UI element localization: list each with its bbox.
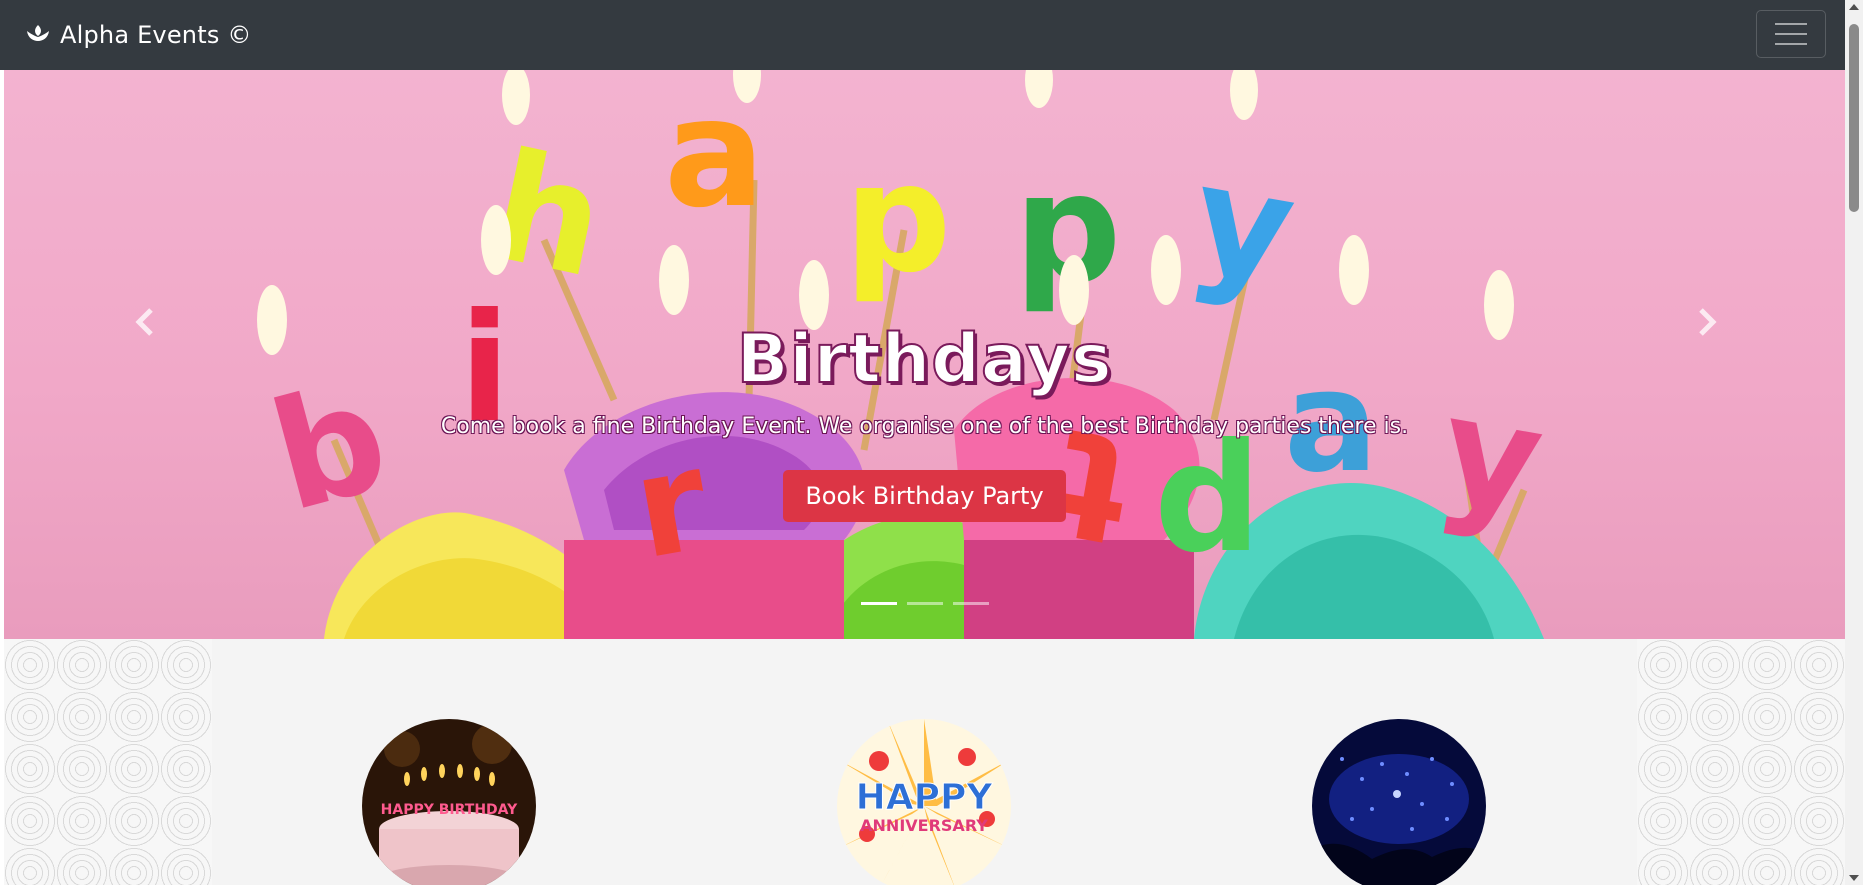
anniversary-event-thumbnail[interactable]: HAPPY ANNIVERSARY <box>837 719 1011 885</box>
birthday-event-thumbnail[interactable]: HAPPY BIRTHDAY <box>362 719 536 885</box>
svg-text:p: p <box>844 132 951 306</box>
svg-text:y: y <box>1180 131 1307 319</box>
slide-cta-wrapper: Book Birthday Party <box>4 470 1845 522</box>
brand-link[interactable]: Alpha Events © <box>24 21 252 49</box>
party-lights-image <box>1312 719 1486 885</box>
events-section: HAPPY BIRTHDAY HAPPY ANNIVERSARY <box>212 639 1637 885</box>
anniversary-text-line2: ANNIVERSARY <box>860 816 988 835</box>
birthday-cake-text: HAPPY BIRTHDAY <box>381 802 518 818</box>
circle-pattern-background-left <box>4 639 212 885</box>
happy-anniversary-image: HAPPY ANNIVERSARY <box>837 719 1011 885</box>
hero-carousel: h a p p y b i r t d a y Birthdays Come b… <box>4 70 1845 639</box>
chevron-right-icon[interactable] <box>1686 302 1726 342</box>
scroll-down-arrow-icon[interactable] <box>1849 875 1859 881</box>
scroll-up-arrow-icon[interactable] <box>1849 4 1859 10</box>
slide-description: Come book a fine Birthday Event. We orga… <box>440 414 1409 439</box>
page-scrollbar[interactable] <box>1845 0 1863 885</box>
brand-text: Alpha Events © <box>60 21 252 49</box>
slide-title: Birthdays <box>736 319 1113 400</box>
carousel-indicators <box>4 602 1845 605</box>
top-navbar: Alpha Events © <box>0 0 1845 70</box>
lotus-icon <box>27 25 49 41</box>
navbar-toggler-button[interactable] <box>1756 10 1826 58</box>
carousel-indicator-2[interactable] <box>906 602 943 605</box>
scroll-thumb[interactable] <box>1849 24 1859 212</box>
chevron-left-icon[interactable] <box>126 302 166 342</box>
circle-pattern-background-right <box>1637 639 1845 885</box>
carousel-indicator-1[interactable] <box>860 602 897 605</box>
anniversary-text-line1: HAPPY <box>856 777 994 818</box>
hamburger-icon-line <box>1775 43 1807 45</box>
party-event-thumbnail[interactable] <box>1312 719 1486 885</box>
page: Alpha Events © h a p p y b i r t d a y B… <box>0 0 1863 885</box>
hamburger-icon-line <box>1775 23 1807 25</box>
book-birthday-party-button[interactable]: Book Birthday Party <box>783 470 1066 522</box>
carousel-indicator-3[interactable] <box>952 602 989 605</box>
hamburger-icon-line <box>1775 33 1807 35</box>
birthday-cake-image: HAPPY BIRTHDAY <box>362 719 536 885</box>
